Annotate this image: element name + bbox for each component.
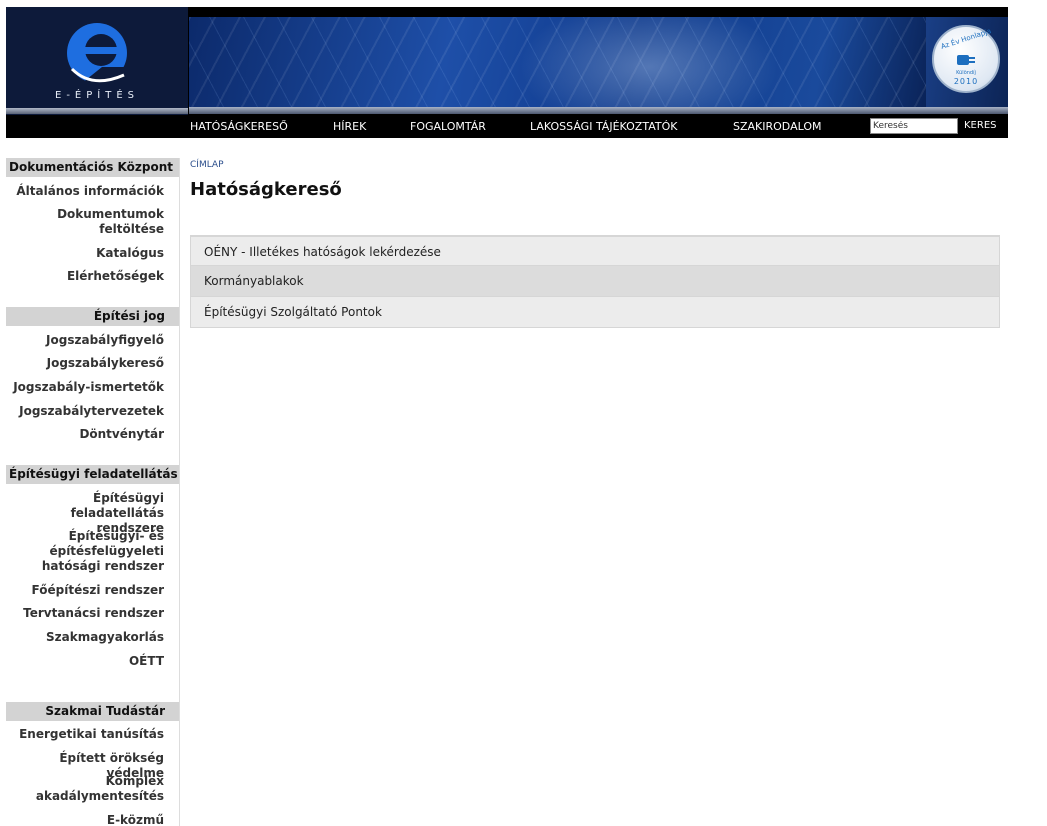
list-item[interactable]: OÉNY - Illetékes hatóságok lekérdezése <box>190 235 1000 266</box>
sidebar-item-jogszabalykereso[interactable]: Jogszabálykereső <box>47 356 164 371</box>
sidebar-section-title: Építésügyi feladatellátás <box>6 465 179 484</box>
plug-icon <box>957 55 975 65</box>
header-banner <box>189 17 926 107</box>
award-badge[interactable]: Az Év Honlapja Különdíj 2010 <box>932 25 1000 93</box>
sidebar-item-dontvenytar[interactable]: Döntvénytár <box>79 427 164 442</box>
sidebar-section-title: Szakmai Tudástár <box>6 702 179 721</box>
site-header: E-ÉPÍTÉS Az Év Honlapja Különdíj 2010 HA… <box>6 7 1008 138</box>
sidebar-item-e-kozmu[interactable]: E-közmű <box>107 813 164 826</box>
site-logo[interactable]: E-ÉPÍTÉS <box>6 7 188 117</box>
nav-szakirodalom[interactable]: SZAKIRODALOM <box>733 120 822 133</box>
nav-hirek[interactable]: HÍREK <box>333 120 366 133</box>
sidebar-item-tervtanacsi-rendszer[interactable]: Tervtanácsi rendszer <box>23 606 164 621</box>
award-subtitle: Különdíj <box>956 70 976 76</box>
sidebar-item-jogszabaly-ismertetok[interactable]: Jogszabály-ismertetők <box>13 380 164 395</box>
list-item[interactable]: Kormányablakok <box>190 266 1000 297</box>
breadcrumb[interactable]: CÍMLAP <box>190 160 224 170</box>
search-input[interactable] <box>870 118 958 134</box>
e-logo-icon <box>67 23 128 83</box>
banner-highlight <box>519 17 779 107</box>
nav-fogalomtar[interactable]: FOGALOMTÁR <box>410 120 486 133</box>
sidebar-item-energetikai-tanusitas[interactable]: Energetikai tanúsítás <box>19 727 164 742</box>
sidebar-item-elerhetosegek[interactable]: Elérhetőségek <box>67 269 164 284</box>
sidebar-item-jogszabalytervezetek[interactable]: Jogszabálytervezetek <box>19 404 164 419</box>
sidebar-section-title: Dokumentációs Központ <box>6 158 179 177</box>
sidebar-item-altalanos-informaciok[interactable]: Általános információk <box>16 184 164 199</box>
banner-bottom-strip <box>189 107 1008 114</box>
nav-hatosagkereso[interactable]: HATÓSÁGKERESŐ <box>190 120 288 133</box>
sidebar-item-oett[interactable]: OÉTT <box>129 654 164 669</box>
nav-lakossagi-tajekoztatok[interactable]: LAKOSSÁGI TÁJÉKOZTATÓK <box>530 120 677 133</box>
page-title: Hatóságkereső <box>190 179 342 200</box>
sidebar-item-hatosagi-rendszer[interactable]: Építésügyi- és építésfelügyeleti hatóság… <box>29 529 164 574</box>
logo-underline <box>6 108 188 114</box>
sidebar-item-foepiteszi-rendszer[interactable]: Főépítészi rendszer <box>32 583 164 598</box>
sidebar-item-komplex-akadalymentesites[interactable]: Komplex akadálymentesítés <box>34 774 164 804</box>
sidebar-item-szakmagyakorlas[interactable]: Szakmagyakorlás <box>46 630 164 645</box>
award-year: 2010 <box>953 77 979 86</box>
list-item[interactable]: Építésügyi Szolgáltató Pontok <box>190 297 1000 328</box>
sidebar-item-katalogus[interactable]: Katalógus <box>96 246 164 261</box>
main-navigation: HATÓSÁGKERESŐ HÍREK FOGALOMTÁR LAKOSSÁGI… <box>6 115 1008 138</box>
logo-wordmark: E-ÉPÍTÉS <box>55 90 139 101</box>
sidebar-item-dokumentumok-feltoltese[interactable]: Dokumentumok feltöltése <box>44 207 164 237</box>
sidebar-section-title: Építési jog <box>6 307 179 326</box>
sidebar-item-jogszabalyfigyelo[interactable]: Jogszabályfigyelő <box>46 333 164 348</box>
search-button[interactable]: KERES <box>964 120 997 131</box>
left-sidebar: Dokumentációs Központ Általános informác… <box>6 158 180 826</box>
link-list: OÉNY - Illetékes hatóságok lekérdezése K… <box>190 235 1000 328</box>
